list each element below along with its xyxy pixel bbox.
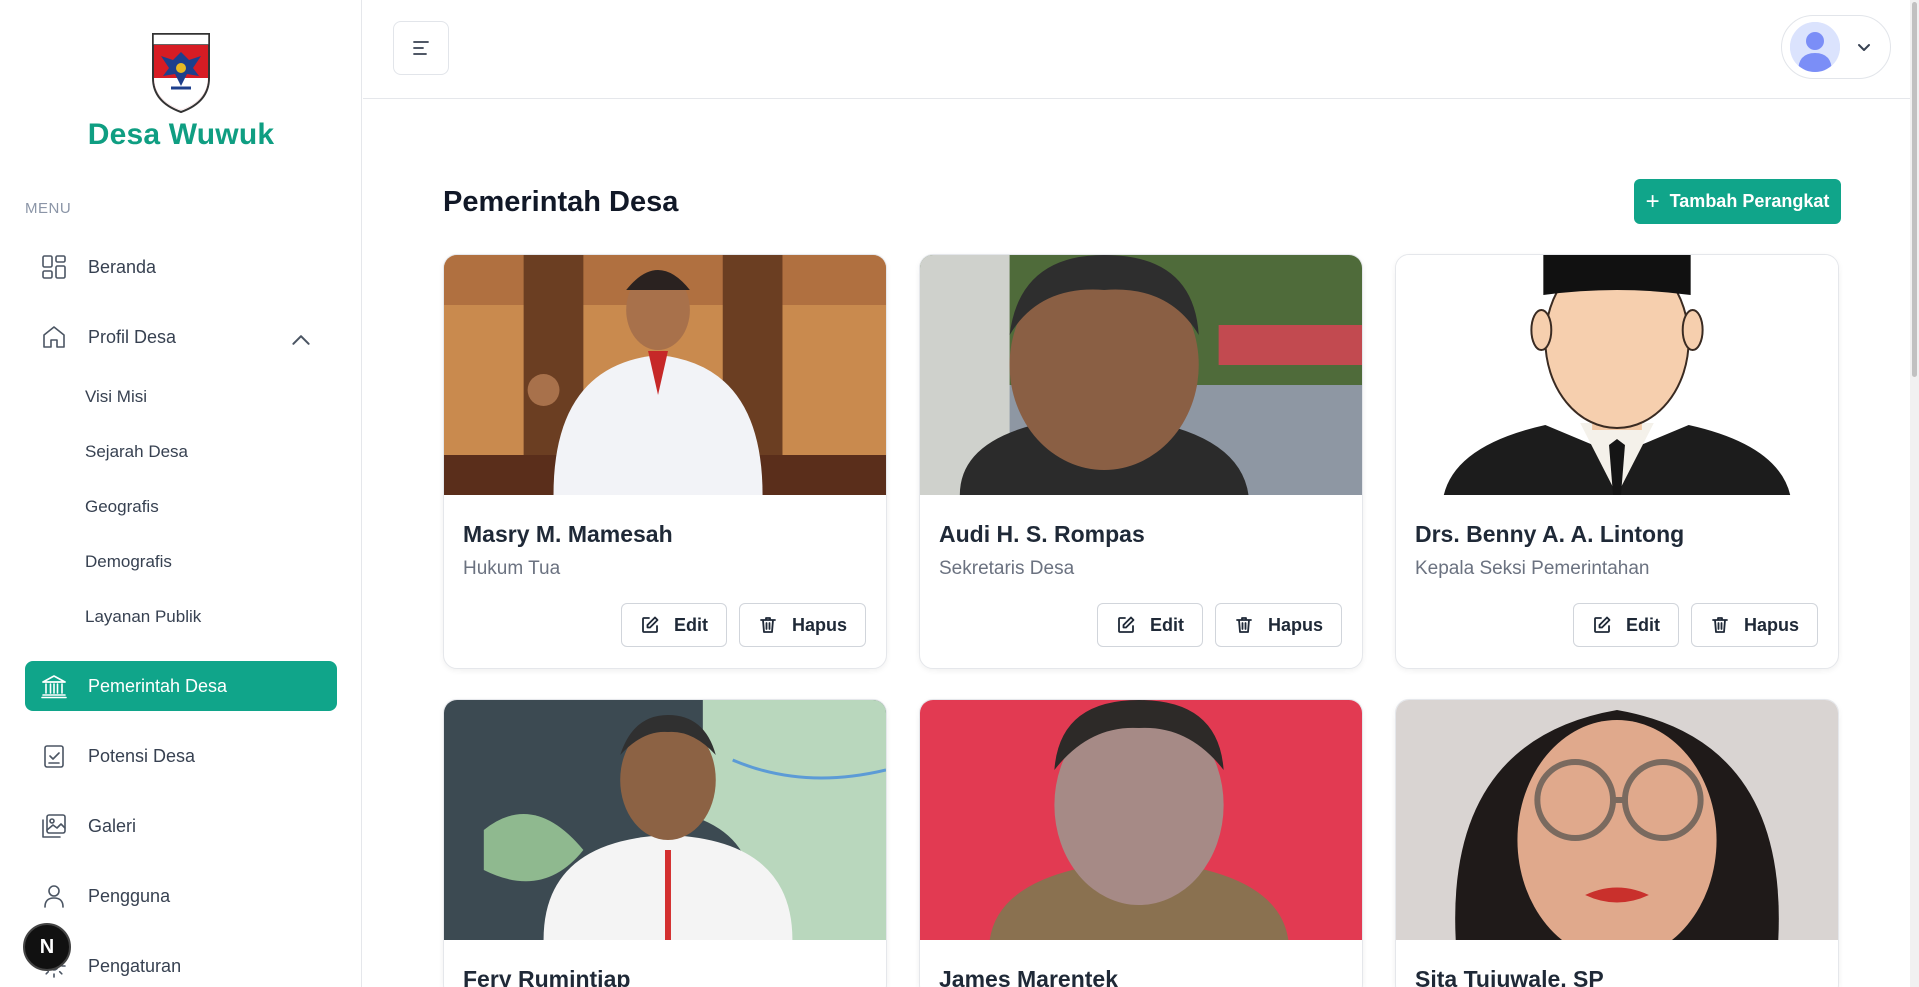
official-name: Fery Rumintjap <box>463 966 631 987</box>
delete-label: Hapus <box>1743 614 1799 635</box>
official-role: Kepala Seksi Pemerintahan <box>1415 558 1650 579</box>
official-card: Fery Rumintjap <box>443 699 887 987</box>
official-placeholder-illustration <box>1396 255 1838 495</box>
delete-button[interactable]: Hapus <box>1690 603 1818 647</box>
sidebar-subitem-layanan-publik[interactable]: Layanan Publik <box>85 607 201 627</box>
edit-icon <box>642 616 659 633</box>
official-role: Sekretaris Desa <box>939 558 1075 579</box>
official-card: Sita Tujuwale, SP <box>1395 699 1839 987</box>
menu-label: MENU <box>25 200 72 217</box>
chevron-down-icon <box>1858 44 1870 51</box>
delete-label: Hapus <box>1267 614 1323 635</box>
official-name: James Marentek <box>939 966 1118 987</box>
edit-label: Edit <box>673 614 708 635</box>
user-menu-button[interactable] <box>1781 15 1891 79</box>
sidebar-item-galeri[interactable]: Galeri <box>25 801 337 851</box>
user-icon <box>44 885 64 908</box>
delete-button[interactable]: Hapus <box>1214 603 1342 647</box>
official-card: Audi H. S. Rompas Sekretaris Desa Edit H… <box>919 254 1363 669</box>
village-crest-logo <box>152 33 210 114</box>
edit-label: Edit <box>1149 614 1184 635</box>
sidebar-subitem-demografis[interactable]: Demografis <box>85 552 172 572</box>
plus-icon: + <box>1645 187 1660 215</box>
sidebar-item-pemerintah-desa[interactable]: Pemerintah Desa <box>25 661 337 711</box>
official-name: Sita Tujuwale, SP <box>1415 966 1604 987</box>
logo-block: Desa Wuwuk <box>0 30 362 152</box>
edit-label: Edit <box>1625 614 1660 635</box>
edit-button[interactable]: Edit <box>620 603 727 647</box>
bank-icon <box>41 675 67 699</box>
sidebar-item-label: Pemerintah Desa <box>88 675 228 696</box>
sidebar-item-beranda[interactable]: Beranda <box>25 242 337 292</box>
sidebar-item-profil-desa[interactable]: Profil Desa <box>25 312 337 362</box>
edit-icon <box>1594 616 1611 633</box>
sidebar-item-label: Pengaturan <box>88 955 182 976</box>
sidebar-item-pengaturan[interactable]: Pengaturan <box>25 941 337 987</box>
official-name: Drs. Benny A. A. Lintong <box>1415 521 1685 547</box>
official-photo <box>920 255 1362 495</box>
user-avatar-icon <box>1790 22 1840 72</box>
official-role: Hukum Tua <box>463 558 561 579</box>
edit-icon <box>1118 616 1135 633</box>
edit-button[interactable]: Edit <box>1572 603 1679 647</box>
top-header <box>363 0 1919 99</box>
sidebar-item-pengguna[interactable]: Pengguna <box>25 871 337 921</box>
sidebar-item-label: Beranda <box>88 256 157 277</box>
sidebar-item-label: Profil Desa <box>88 326 177 347</box>
add-official-label: Tambah Perangkat <box>1669 191 1830 211</box>
official-card: Masry M. Mamesah Hukum Tua Edit Hapus <box>443 254 887 669</box>
trash-icon <box>760 617 776 633</box>
sidebar-subitem-geografis[interactable]: Geografis <box>85 497 159 517</box>
delete-label: Hapus <box>791 614 847 635</box>
home-icon <box>43 326 65 348</box>
official-photo <box>1396 700 1838 940</box>
official-photo <box>444 255 886 495</box>
delete-button[interactable]: Hapus <box>738 603 866 647</box>
sidebar-item-label: Potensi Desa <box>88 745 196 766</box>
sidebar-item-label: Galeri <box>88 815 137 836</box>
sidebar-toggle-button[interactable] <box>393 21 449 75</box>
brand-name[interactable]: Desa Wuwuk <box>0 118 362 152</box>
add-official-button[interactable]: + Tambah Perangkat <box>1634 179 1841 224</box>
avatar <box>1790 22 1840 72</box>
grid-icon <box>42 255 66 279</box>
sidebar-item-label: Pengguna <box>88 885 171 906</box>
official-name: Masry M. Mamesah <box>463 521 673 547</box>
official-photo <box>920 700 1362 940</box>
sidebar-subitem-sejarah-desa[interactable]: Sejarah Desa <box>85 442 188 462</box>
official-card: Drs. Benny A. A. Lintong Kepala Seksi Pe… <box>1395 254 1839 669</box>
sidebar-subitem-visi-misi[interactable]: Visi Misi <box>85 387 147 407</box>
menu-icon <box>413 41 429 55</box>
page-title: Pemerintah Desa <box>443 186 679 218</box>
sidebar-item-potensi-desa[interactable]: Potensi Desa <box>25 731 337 781</box>
clipboard-check-icon <box>44 745 64 768</box>
sidebar: Desa Wuwuk MENU Beranda Profil Desa Visi… <box>0 0 362 987</box>
official-photo <box>444 700 886 940</box>
chevron-up-icon[interactable] <box>287 326 315 354</box>
trash-icon <box>1236 617 1252 633</box>
official-card: James Marentek <box>919 699 1363 987</box>
official-name: Audi H. S. Rompas <box>939 521 1145 547</box>
scrollbar-thumb[interactable] <box>1912 2 1917 377</box>
dev-tools-badge[interactable]: N <box>23 923 71 971</box>
edit-button[interactable]: Edit <box>1096 603 1203 647</box>
gallery-icon <box>42 814 66 838</box>
trash-icon <box>1712 617 1728 633</box>
